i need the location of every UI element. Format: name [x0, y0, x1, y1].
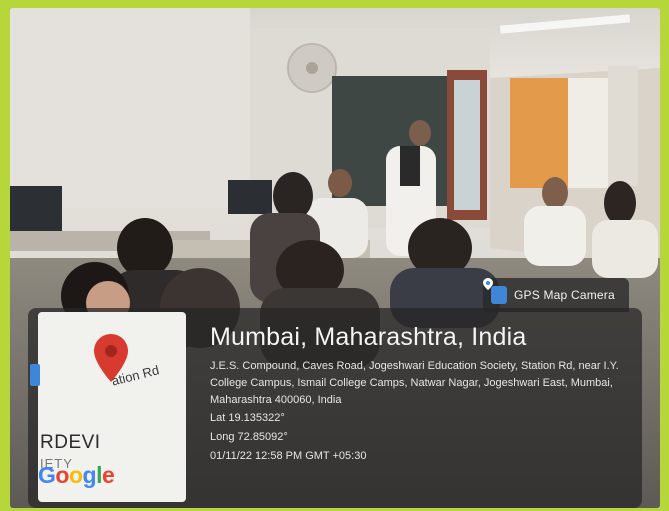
student-head-6 [117, 218, 173, 278]
gps-map-camera-badge: GPS Map Camera [483, 278, 629, 312]
wall-fan-hub [306, 62, 318, 74]
monitor-left [10, 186, 62, 231]
student-head-2 [273, 172, 313, 220]
google-logo: Google [38, 462, 115, 488]
location-city: Mumbai, Maharashtra, India [210, 323, 527, 351]
location-address: J.E.S. Compound, Caves Road, Jogeshwari … [210, 360, 619, 406]
student-head-1 [328, 169, 352, 197]
map-thumbnail: ation Rd RDEVI IETY Google [38, 312, 186, 502]
side-tab [30, 364, 40, 386]
location-overlay: ation Rd RDEVI IETY Google Mumbai, Mahar… [28, 308, 642, 508]
left-wall [10, 8, 250, 208]
curtain-left [510, 78, 568, 188]
teacher-head [409, 120, 431, 146]
location-datetime: 01/11/22 12:58 PM GMT +05:30 [210, 450, 367, 462]
map-area-label: RDEVI [40, 432, 101, 453]
student-body-5 [592, 220, 658, 278]
location-latitude: Lat 19.135322° [210, 412, 285, 424]
classroom-photo: GPS Map Camera ation Rd RDEVI IETY Googl… [10, 8, 660, 508]
monitor-center [228, 180, 272, 214]
wall-poster [608, 66, 638, 186]
door-glass [454, 80, 480, 210]
teacher-scarf [400, 146, 420, 186]
student-head-5 [604, 181, 636, 225]
gps-badge-label: GPS Map Camera [514, 288, 615, 302]
location-info: Mumbai, Maharashtra, India J.E.S. Compou… [210, 322, 635, 466]
map-pin-icon [483, 278, 507, 304]
location-longitude: Long 72.85092° [210, 431, 288, 443]
student-head-4 [542, 177, 568, 209]
window-light [568, 78, 608, 188]
student-body-4 [524, 206, 586, 266]
screen-frame: GPS Map Camera ation Rd RDEVI IETY Googl… [0, 0, 669, 511]
